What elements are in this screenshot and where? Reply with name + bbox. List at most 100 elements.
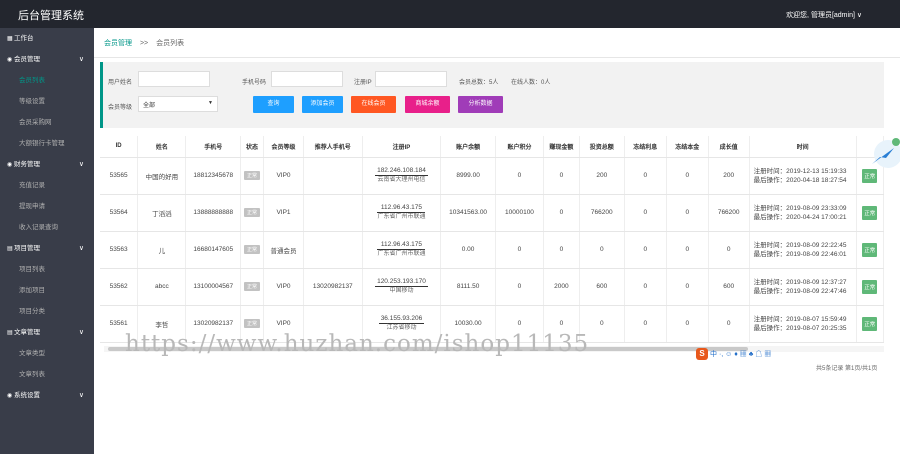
status-badge: 正常 [244,245,261,254]
table-cell-fi: 0 [624,231,667,269]
sidebar-item[interactable]: 等级设置 [0,91,94,112]
column-header: 注册IP [362,136,442,158]
table-cell-id: 53565 [100,157,139,195]
chevron-down-icon: ∨ [856,12,862,19]
sidebar-item[interactable]: ▤文章管理 ∨ [0,322,94,343]
table-cell-balance: 8111.50 [440,268,496,306]
ime-tools[interactable]: 中 ·, ☺ ♦ ▦ ♣ ☖ ▦ [710,349,771,359]
phone-label: 手机号码 [242,80,267,86]
action-button[interactable]: 添加会员 [302,96,343,113]
sidebar-item[interactable]: 项目分类 [0,301,94,322]
breadcrumb-parent[interactable]: 会员管理 [104,40,132,47]
sidebar-icon: ▦ [7,36,13,42]
column-header: ID [100,136,139,158]
sidebar-item[interactable]: ▦工作台 [0,28,94,49]
ime-logo-icon[interactable]: S [696,348,708,360]
column-header: 推荐人手机号 [303,136,363,158]
sidebar-item[interactable]: 添加项目 [0,280,94,301]
table-cell-name: 儿 [137,231,187,269]
sidebar-item-label: 项目列表 [19,266,45,273]
row-action-button[interactable]: 正常 [862,279,878,294]
breadcrumb-current: 会员列表 [156,40,185,47]
column-header: 成长值 [708,136,750,158]
ip-cell: 112.96.43.175 广东省广州市联通 [362,194,442,232]
ip-block: 112.96.43.175 广东省广州市联通 [377,240,426,259]
row-action-button[interactable]: 正常 [862,242,878,257]
table-cell-growth: 0 [708,231,750,269]
sidebar-item[interactable]: ◉ 财务管理 ∨ [0,154,94,175]
sidebar-item[interactable]: 提现申请 [0,196,94,217]
column-header: 姓名 [137,136,187,158]
sidebar-item[interactable]: 会员采购网 [0,112,94,133]
sidebar-item[interactable]: 文章类型 [0,343,94,364]
action-button[interactable]: 分析数据 [458,96,503,113]
action-button[interactable]: 在线会员 [351,96,396,113]
ip-block: 112.96.43.175 广东省广州市联通 [377,203,426,222]
table-cell-cash: 0 [543,231,580,269]
table-cell-points: 0 [495,268,545,306]
table-cell-invest: 766200 [579,194,625,232]
sidebar-item[interactable]: 文章列表 [0,364,94,385]
level-select[interactable]: 全部 ▼ [138,96,218,112]
sidebar-item-label: 文章管理 [14,329,40,336]
chevron-down-icon: ∨ [78,161,84,168]
table-cell-ref [303,157,363,195]
ip-cell: 182.246.108.184 云南省大理州电信 [362,157,442,195]
table-cell-fi: 0 [624,157,667,195]
column-header: 投资总额 [579,136,625,158]
sidebar-item-label: 文章类型 [19,350,45,357]
sidebar-item-label: 项目管理 [14,245,40,252]
sidebar-item[interactable]: 会员列表 [0,70,94,91]
last-operation-time: 最后操作：2019-08-09 22:46:01 [753,250,847,258]
app-title: 后台管理系统 [18,10,84,22]
action-cell: 正常 [856,305,885,343]
sidebar-item-label: 工作台 [14,35,34,42]
action-button[interactable]: 查询 [253,96,294,113]
sidebar-item[interactable]: 大额银行卡管理 [0,133,94,154]
sidebar-item[interactable]: 项目列表 [0,259,94,280]
table-cell-id: 53564 [100,194,139,232]
table-cell-cash: 2000 [543,268,580,306]
sidebar-item[interactable]: 收入记录查询 [0,217,94,238]
sidebar-item[interactable]: ▤项目管理 ∨ [0,238,94,259]
chevron-down-icon: ∨ [78,329,84,336]
table-cell-name: 中国的好用 [137,157,187,195]
table-cell-fp: 0 [666,268,709,306]
phone-input[interactable] [271,71,343,87]
sidebar-icon: ▤ [7,330,13,336]
table-cell-fp: 0 [666,231,709,269]
sidebar-item[interactable]: ◉ 系统设置 ∨ [0,385,94,406]
ip-address: 112.96.43.175 [377,240,426,250]
ip-address: 120.253.193.170 [375,278,428,287]
total-count: 会员总数：5人 [459,80,499,86]
time-cell: 注册时间：2019-12-13 15:19:33 最后操作：2020-04-18 … [749,157,857,195]
ime-toolbar[interactable]: S 中 ·, ☺ ♦ ▦ ♣ ☖ ▦ [696,348,788,361]
floating-bird-icon[interactable] [866,138,900,172]
register-time: 注册时间：2019-08-09 23:33:09 [753,204,847,212]
breadcrumb-separator: >> [139,40,149,47]
chevron-down-icon: ∨ [78,392,84,399]
last-operation-time: 最后操作：2019-08-09 22:47:46 [753,287,847,295]
table-row: 53564 丁滔滔 13888888888 正常 VIP1 112.96.43.175 广东… [100,194,885,232]
row-action-button[interactable]: 正常 [862,316,878,331]
sidebar-icon: ◉ [7,393,13,399]
table-cell-balance: 8999.00 [440,157,496,195]
table-cell-fi: 0 [624,194,667,232]
ip-location: 云南省大理州电信 [377,177,426,183]
sidebar-item[interactable]: 充值记录 [0,175,94,196]
table-cell-growth: 0 [708,305,750,343]
username-input[interactable] [138,71,210,87]
action-button[interactable]: 商城余额 [405,96,450,113]
sidebar-item-label: 充值记录 [19,182,45,189]
user-menu[interactable]: 欢迎您, 管理员[admin] ∨ [786,10,862,20]
register-time: 注册时间：2019-08-09 12:37:27 [753,278,847,286]
row-action-button[interactable]: 正常 [862,205,878,220]
ip-input[interactable] [375,71,447,87]
table-cell-id: 53562 [100,268,139,306]
dropdown-arrow-icon: ▼ [208,100,213,106]
column-header: 状态 [240,136,265,158]
table-cell-level: VIP1 [263,194,304,232]
sidebar-item[interactable]: ◉ 会员管理 ∨ [0,49,94,70]
table-cell-points: 10000100 [495,194,545,232]
table-cell-fi: 0 [624,268,667,306]
